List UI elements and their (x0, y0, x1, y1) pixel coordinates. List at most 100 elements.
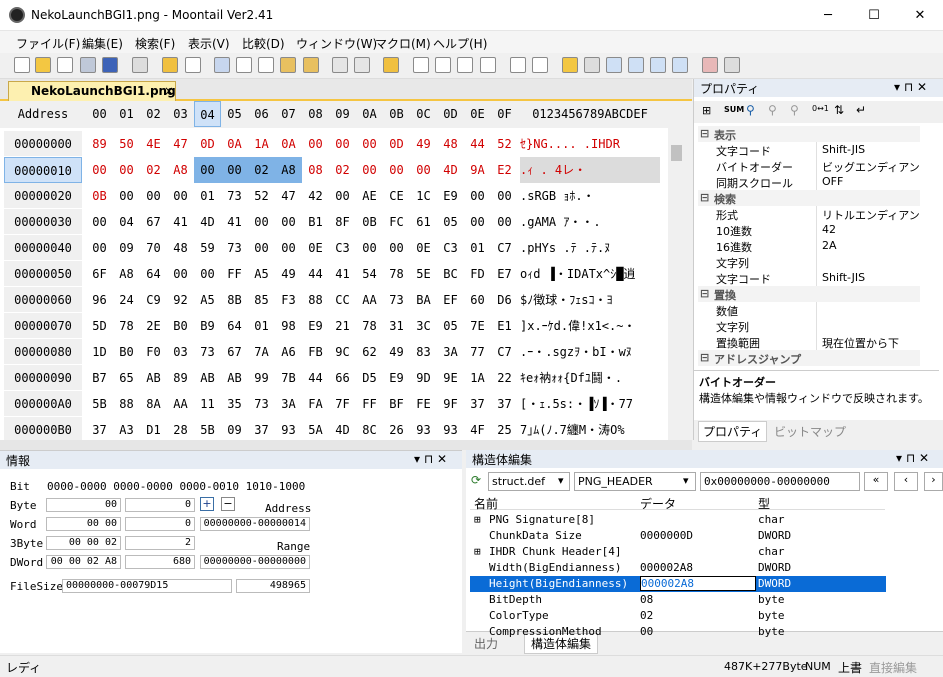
text-cell[interactable]: ｾ}NG.... .IHDR (520, 131, 660, 157)
hex-byte[interactable]: E9 (302, 313, 329, 339)
find-icon[interactable] (383, 57, 399, 73)
hex-byte[interactable]: 37 (491, 391, 518, 417)
cascade-icon[interactable] (628, 57, 644, 73)
property-group[interactable]: 置換 ⊟ (698, 286, 920, 302)
hex-byte[interactable]: EF (437, 287, 464, 313)
undo-icon[interactable] (332, 57, 348, 73)
hex-byte[interactable]: D5 (356, 365, 383, 391)
hex-byte[interactable]: 00 (140, 183, 167, 209)
property-row[interactable]: 置換範囲 現在位置から下 (698, 334, 920, 350)
hex-editor[interactable]: Address 00 01 02 03 04 05 06 07 08 09 0A 0B 0C 0D 0E 0F 0… (0, 101, 668, 440)
struct-field-data[interactable]: 08 (640, 593, 653, 606)
hex-byte[interactable]: 00 (113, 183, 140, 209)
hex-byte[interactable]: E2 (491, 157, 518, 183)
text-cell[interactable]: .gAMA ｱ・・. (520, 209, 660, 235)
menu-file[interactable]: ファイル(F) (16, 35, 80, 52)
property-group[interactable]: 検索 ⊟ (698, 190, 920, 206)
hex-byte[interactable]: 00 (248, 209, 275, 235)
address-cell[interactable]: 00000030 (4, 209, 82, 235)
text-cell[interactable]: oｨd ▐・IDATx^ｼ█逍 (520, 261, 660, 287)
hex-byte[interactable]: 59 (194, 235, 221, 261)
prev-button[interactable]: ‹ (894, 472, 918, 491)
search-down-icon[interactable]: ⚲ (790, 103, 799, 117)
hex-byte[interactable]: 78 (356, 313, 383, 339)
collapse-icon[interactable]: ⊟ (700, 351, 709, 364)
hex-byte[interactable]: 09 (221, 417, 248, 440)
struct-row[interactable]: ⊞ IHDR Chunk Header[4] char (470, 544, 886, 560)
hex-byte[interactable]: 5B (86, 391, 113, 417)
hex-byte[interactable]: 05 (437, 209, 464, 235)
hex-byte[interactable]: 00 (167, 261, 194, 287)
hex-byte[interactable]: 00 (383, 235, 410, 261)
property-row[interactable]: 文字列 (698, 254, 920, 270)
menu-compare[interactable]: 比較(D) (242, 35, 285, 52)
tab-bitmap[interactable]: ビットマップ (774, 423, 846, 440)
hex-byte[interactable]: 7A (248, 339, 275, 365)
property-value[interactable]: 42 (822, 223, 836, 236)
hex-byte[interactable]: 5D (86, 313, 113, 339)
hex-byte[interactable]: 0D (383, 131, 410, 157)
hex-byte[interactable]: 02 (248, 157, 275, 183)
address-cell[interactable]: 00000040 (4, 235, 82, 261)
hex-byte[interactable]: 3C (410, 313, 437, 339)
hex-byte[interactable]: 96 (86, 287, 113, 313)
hex-byte[interactable]: 08 (302, 157, 329, 183)
hex-byte[interactable]: B7 (86, 365, 113, 391)
text-cell[interactable]: .pHYs .ﾃ .ﾃ.ﾇ (520, 235, 660, 261)
hex-byte[interactable]: 00 (356, 235, 383, 261)
open-doc-icon[interactable] (57, 57, 73, 73)
hex-byte[interactable]: FF (356, 391, 383, 417)
hex-byte[interactable]: 28 (167, 417, 194, 440)
struct-row[interactable]: ChunkData Size 0000000D DWORD (470, 528, 886, 544)
collapse-icon[interactable]: ⊟ (700, 287, 709, 300)
hex-byte[interactable]: 00 (302, 131, 329, 157)
property-value[interactable]: Shift-JIS (822, 143, 865, 156)
compare-icon[interactable] (413, 57, 429, 73)
hex-byte[interactable]: 21 (329, 313, 356, 339)
property-group[interactable]: 表示 ⊟ (698, 126, 920, 142)
hex-byte[interactable]: 0B (86, 183, 113, 209)
struct-address-input[interactable]: 0x00000000-00000000 (700, 472, 860, 491)
hex-byte[interactable]: 9F (437, 391, 464, 417)
hex-byte[interactable]: AA (356, 287, 383, 313)
hex-byte[interactable]: 37 (464, 391, 491, 417)
text-cell[interactable]: ]x.ｰｹd.偉!x1<.~・ (520, 313, 660, 339)
address-cell[interactable]: 00000090 (4, 365, 82, 391)
hex-byte[interactable]: 52 (491, 131, 518, 157)
hex-byte[interactable]: 3A (275, 391, 302, 417)
text-cell[interactable]: ｷeｫ衲ｫｫ{Dfﾕ鬪・. (520, 365, 660, 391)
hex-byte[interactable]: 04 (113, 209, 140, 235)
prev-prev-button[interactable]: « (864, 472, 888, 491)
property-value[interactable]: 2A (822, 239, 837, 252)
hex-byte[interactable]: 49 (410, 131, 437, 157)
hex-byte[interactable]: A3 (113, 417, 140, 440)
hex-byte[interactable]: 54 (356, 261, 383, 287)
property-group[interactable]: アドレスジャンプ ⊟ (698, 350, 920, 366)
hex-byte[interactable]: 0D (194, 131, 221, 157)
property-value[interactable]: ビッグエンディアン (822, 159, 920, 175)
splitter[interactable] (0, 440, 692, 450)
hex-byte[interactable]: C3 (329, 235, 356, 261)
hex-byte[interactable]: 73 (221, 183, 248, 209)
hex-byte[interactable]: AA (167, 391, 194, 417)
hex-byte[interactable]: F3 (275, 287, 302, 313)
hex-byte[interactable]: 00 (329, 183, 356, 209)
hex-byte[interactable]: A5 (194, 287, 221, 313)
hex-byte[interactable]: A8 (113, 261, 140, 287)
address-cell[interactable]: 00000050 (4, 261, 82, 287)
text-cell[interactable]: .ｰ・.sgzｦ・bI・wﾇ (520, 339, 660, 365)
hex-byte[interactable]: 00 (194, 261, 221, 287)
hex-byte[interactable]: 00 (86, 235, 113, 261)
address-cell[interactable]: 000000A0 (4, 391, 82, 417)
hex-byte[interactable]: 78 (113, 313, 140, 339)
hex-byte[interactable]: 8A (140, 391, 167, 417)
search-up-icon[interactable]: ⚲ (768, 103, 777, 117)
property-row[interactable]: 文字列 (698, 318, 920, 334)
hex-byte[interactable]: 89 (86, 131, 113, 157)
lock-icon[interactable] (162, 57, 178, 73)
collapse-icon[interactable]: ⊟ (700, 191, 709, 204)
hex-byte[interactable]: 41 (167, 209, 194, 235)
property-row[interactable]: 数値 (698, 302, 920, 318)
hex-byte[interactable]: 00 (86, 157, 113, 183)
hex-byte[interactable]: 66 (329, 365, 356, 391)
